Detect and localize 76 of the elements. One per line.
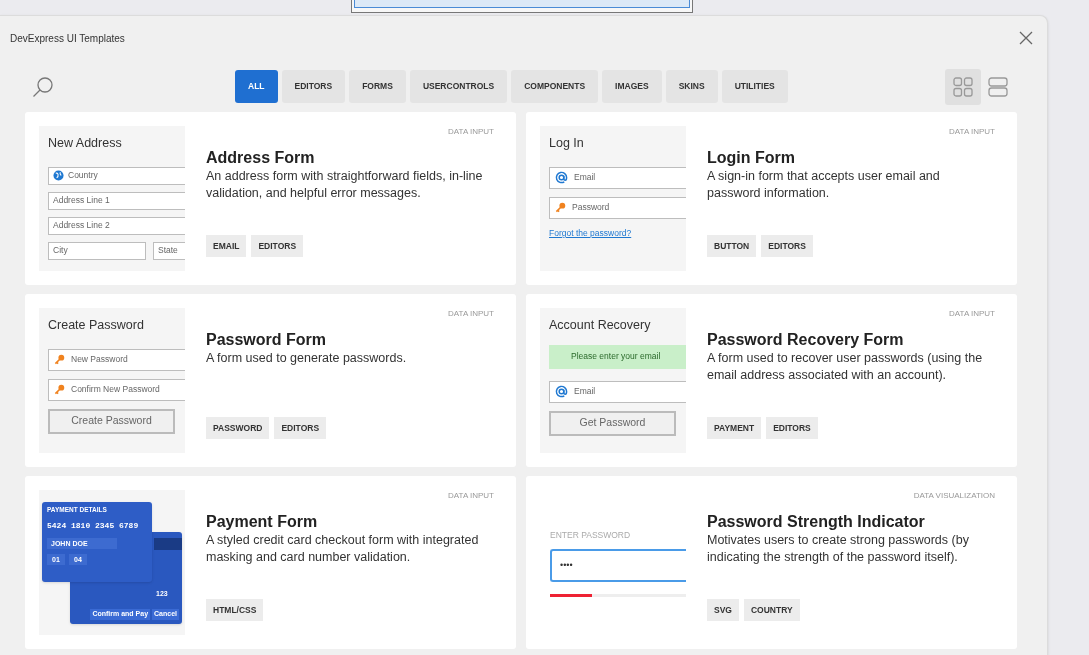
template-card[interactable]: ENTER PASSWORD •••• DATA VISUALIZATION Password Strength Indicator Motivates users to create strong passwords (by indicating the strength of the password itself). SVG COUNTRY [526,476,1017,649]
grid-view-icon [953,76,973,97]
template-card[interactable]: Create Password New Password Confirm New Password Create Password DATA INPUT Password Form A form used to generate passwords. PASSWORD EDITORS [25,294,516,467]
tag: EMAIL [206,235,247,257]
filter-tab[interactable]: SKINS [665,70,718,103]
forgot-password-link[interactable]: Forgot the password? [549,226,632,240]
card-title: Password Recovery Form [707,330,905,350]
preview-button: Get Password [549,410,676,436]
window-title: DevExpress UI Templates [10,31,125,46]
password-input-field[interactable]: •••• [550,548,686,582]
search-icon[interactable] [32,75,54,98]
preview-input-field: Address Line 2 [48,216,185,235]
preview-heading: Create Password [48,317,145,334]
preview-input-field: New Password [48,348,185,371]
card-title: Payment Form [206,512,319,532]
category-label: DATA VISUALIZATION [913,490,995,502]
tag: PAYMENT [707,417,762,439]
card-description: A form used to generate passwords. [206,350,408,367]
filter-tab[interactable]: IMAGES [602,70,662,103]
key-icon [54,384,65,396]
preview-input-field: Confirm New Password [48,378,185,401]
preview-input-field: Email [549,380,686,403]
filter-tab[interactable]: USERCONTROLS [409,70,508,103]
template-card[interactable]: New Address Country Address Line 1 Address Line 2 City State DATA INPUT Address Form An address form with straightforward fields, in-line validation, and helpful error messages. EMAIL EDITORS [25,112,516,285]
at-sign-icon [555,171,568,185]
template-card[interactable]: Log In Email Password Forgot the password? DATA INPUT Login Form A sign-in form that accepts user email and password information. BUTTON EDITORS [526,112,1017,285]
grid-view-button[interactable] [945,68,981,105]
card-number: 5424 1810 2345 6789 [47,520,139,532]
filter-tab[interactable]: UTILITIES [721,70,788,103]
preview-input-field: State [153,241,185,260]
preview-button: Create Password [48,408,175,434]
card-description: An address form with straightforward fields, in-line validation, and helpful error messages. [206,168,484,202]
key-icon [54,354,65,366]
category-label: DATA INPUT [448,308,494,320]
filter-tab[interactable]: EDITORS [281,70,346,103]
tag: COUNTRY [743,599,800,621]
magnetic-stripe [154,538,182,550]
close-icon[interactable] [1019,31,1033,45]
category-label: DATA INPUT [448,126,494,138]
preview-input-field: Password [549,196,686,219]
tag: EDITORS [766,417,818,439]
tag: EDITORS [761,235,813,257]
key-icon [555,202,566,214]
preview-input-field: City [48,241,146,260]
list-view-icon [988,76,1008,97]
at-sign-icon [555,385,568,399]
card-description: A styled credit card checkout form with integrated masking and card number validation. [206,532,480,566]
card-description: Motivates users to create strong passwords (by indicating the strength of the password itself). [707,532,970,566]
card-title: Password Form [206,330,328,350]
filter-tab[interactable]: FORMS [349,70,406,103]
tag: PASSWORD [206,417,270,439]
tag: BUTTON [707,235,757,257]
tag: SVG [707,599,739,621]
category-label: DATA INPUT [949,126,995,138]
category-label: DATA INPUT [949,308,995,320]
card-description: A sign-in form that accepts user email and password information. [707,168,941,202]
filter-tab[interactable]: ALL [235,70,278,103]
preview-input-field: Email [549,166,686,189]
card-description: A form used to recover user passwords (using the email address associated with an account). [707,350,984,384]
info-banner: Please enter your email [549,344,686,369]
card-title: Address Form [206,148,316,168]
preview-input-field: Address Line 1 [48,191,185,210]
filter-tab[interactable]: COMPONENTS [511,70,599,103]
card-title: Login Form [707,148,796,168]
field-label: ENTER PASSWORD [550,529,632,542]
template-card[interactable] [526,294,1017,467]
preview-heading: New Address [48,135,123,152]
category-label: DATA INPUT [448,490,494,502]
globe-icon [53,170,64,182]
tag: EDITORS [251,235,304,257]
tag: EDITORS [274,417,327,439]
preview-heading: Account Recovery [549,317,652,334]
preview-heading: Log In [549,135,585,152]
tag: HTML/CSS [206,599,264,621]
preview-input-field: Country [48,166,185,185]
card-title: Password Strength Indicator [707,512,926,532]
